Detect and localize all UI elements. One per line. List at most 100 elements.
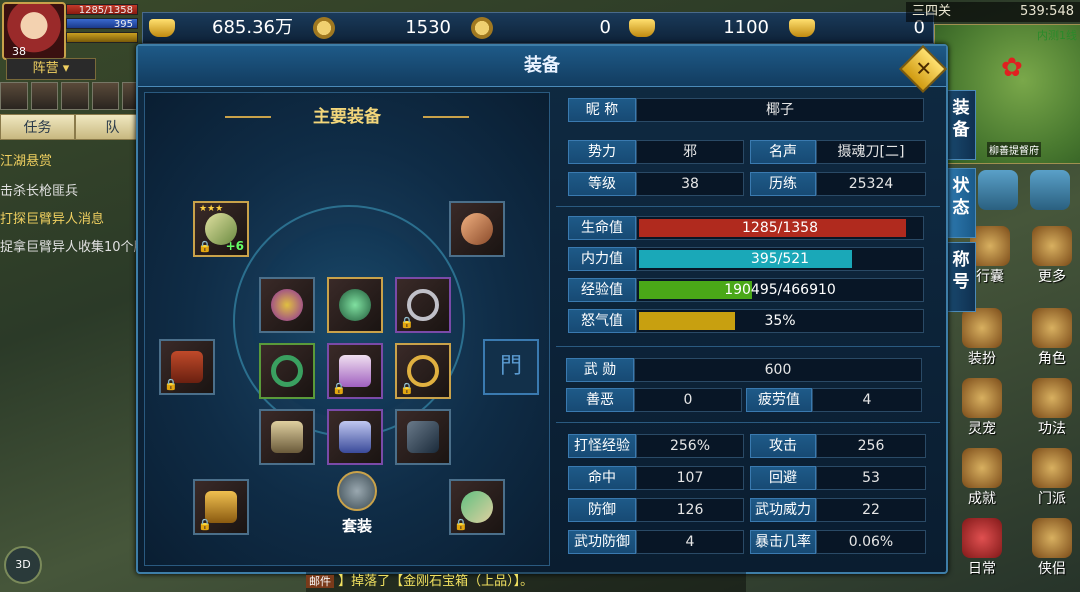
stat-grid-row: 暴击几率 0.06%	[750, 530, 926, 554]
player-mp-bar: 395	[66, 18, 138, 30]
ring-slot-right[interactable]: 🔒	[395, 343, 451, 399]
stat-value: 126	[636, 498, 744, 522]
stat-value: 4	[636, 530, 744, 554]
buff-icon[interactable]	[0, 82, 28, 110]
necklace-slot[interactable]	[327, 277, 383, 333]
level-label: 等级	[568, 172, 636, 196]
more-label: 更多	[1038, 269, 1066, 285]
sect-slot[interactable]: 門	[483, 339, 539, 395]
bracelet-slot[interactable]	[259, 343, 315, 399]
stat-value: 256%	[636, 434, 744, 458]
more-button[interactable]: 更多	[1028, 226, 1076, 286]
sect-button[interactable]: 门派	[1028, 448, 1076, 508]
exp-row: 经验值 190495/466910	[568, 278, 924, 302]
quest-title[interactable]: 打探巨臂异人消息	[0, 208, 140, 227]
gate-icon: 門	[499, 354, 522, 379]
stat-grid-row: 命中 107	[568, 466, 744, 490]
character-button[interactable]: 角色	[1028, 308, 1076, 368]
camp-label: 阵营	[32, 61, 59, 76]
lock-icon: 🔒	[454, 518, 468, 531]
karma-row: 善恶 0	[566, 388, 742, 412]
tab-title[interactable]: 称号	[946, 242, 976, 312]
merit-row: 武 勋 600	[566, 358, 922, 382]
tab-task[interactable]: 任务	[0, 114, 75, 140]
daily-button[interactable]: 日常	[958, 518, 1006, 578]
map-header: 三四关 539:548	[906, 2, 1080, 22]
chat-message: 】掉落了【金刚石宝箱（上品）】。	[338, 574, 534, 589]
nickname-label: 昵 称	[568, 98, 636, 122]
settings-gear-icon[interactable]	[1026, 170, 1074, 210]
armor-slot[interactable]: 🔒	[159, 339, 215, 395]
stat-grid-row: 武功防御 4	[568, 530, 744, 554]
camp-dropdown[interactable]: 阵营 ▾	[6, 58, 96, 80]
stat-grid-row: 回避 53	[750, 466, 926, 490]
experience-label: 历练	[750, 172, 816, 196]
quest-tabs: 任务 队	[0, 114, 150, 140]
achievement-label: 成就	[968, 491, 996, 507]
lock-icon: 🔒	[400, 382, 414, 395]
pet-button[interactable]: 灵宠	[958, 378, 1006, 438]
experience-row: 历练 25324	[750, 172, 926, 196]
weapon-slot[interactable]: ★★★ 🔒 +6	[193, 201, 249, 257]
buff-icon[interactable]	[61, 82, 89, 110]
stats-toggle-icon[interactable]	[974, 170, 1022, 210]
buff-icon-row	[0, 82, 150, 110]
outfit-button[interactable]: 装扮	[958, 308, 1006, 368]
tab-status[interactable]: 状态	[946, 168, 976, 238]
player-hp-bar: 1285/1358	[66, 4, 138, 16]
stat-value: 22	[816, 498, 926, 522]
bag-label: 行囊	[976, 269, 1004, 285]
3d-toggle-button[interactable]: 3D	[4, 546, 42, 584]
karma-label: 善恶	[566, 388, 634, 412]
hidden-weapon-slot[interactable]	[449, 201, 505, 257]
buff-icon[interactable]	[91, 82, 120, 110]
equipment-panel: 装备 ✕ 主要装备 ★★★ 🔒 +6 🔒 門 🔒 🔒 🔒 🔒 🔒 套装 昵 称 …	[136, 44, 948, 574]
quest-title[interactable]: 江湖悬赏	[0, 150, 140, 169]
main-equipment-title: 主要装备	[215, 103, 479, 131]
rage-label: 怒气值	[568, 309, 636, 333]
level-value: 38	[636, 172, 744, 196]
achievement-button[interactable]: 成就	[958, 448, 1006, 508]
lock-icon: 🔒	[400, 316, 414, 329]
mail-button[interactable]: 邮件	[306, 575, 334, 588]
map-coords: 539:548	[1019, 4, 1074, 19]
tab-equipment[interactable]: 装备	[946, 90, 976, 160]
copper-coin-icon	[313, 17, 335, 39]
fashion-slot[interactable]: 🔒	[193, 479, 249, 535]
belt-slot[interactable]	[395, 409, 451, 465]
stat-label: 武功防御	[568, 530, 636, 554]
fatigue-label: 疲劳值	[746, 388, 812, 412]
buff-icon[interactable]	[30, 82, 59, 110]
partner-button[interactable]: 侠侣	[1028, 518, 1076, 578]
faction-label: 势力	[568, 140, 636, 164]
stat-value: 0.06%	[816, 530, 926, 554]
skills-button[interactable]: 功法	[1028, 378, 1076, 438]
chat-line: 邮件 】掉落了【金刚石宝箱（上品）】。	[306, 572, 746, 592]
map-name: 三四关	[912, 4, 952, 19]
clothes-slot[interactable]: 🔒	[327, 343, 383, 399]
stat-label: 防御	[568, 498, 636, 522]
lock-icon: 🔒	[164, 378, 178, 391]
lock-icon: 🔒	[198, 518, 212, 531]
mp-label: 内力值	[568, 247, 636, 271]
bracer-slot[interactable]	[259, 409, 315, 465]
earring-icon	[271, 289, 303, 321]
talisman-slot[interactable]: 🔒	[449, 479, 505, 535]
hp-bar: 1285/1358	[636, 216, 924, 240]
earring-slot[interactable]	[259, 277, 315, 333]
player-avatar[interactable]: 38	[2, 2, 66, 60]
exp-text: 190495/466910	[724, 282, 836, 298]
gauntlet-icon	[407, 421, 439, 453]
set-button[interactable]: 套装	[329, 471, 385, 535]
currency-bar: 685.36万 1530 0 1100 0	[142, 12, 934, 44]
experience-value: 25324	[816, 172, 926, 196]
server-line[interactable]: 内测1线	[1037, 27, 1077, 43]
lock-icon: 🔒	[332, 382, 346, 395]
equipment-slots-area: 主要装备 ★★★ 🔒 +6 🔒 門 🔒 🔒 🔒 🔒 🔒 套装	[144, 92, 550, 566]
player-exp-bar	[66, 32, 138, 43]
coin2-value: 0	[599, 17, 611, 38]
silver-icon	[149, 19, 175, 37]
boots-slot[interactable]	[327, 409, 383, 465]
ring-slot-top[interactable]: 🔒	[395, 277, 451, 333]
mp-text: 395/521	[750, 251, 810, 267]
